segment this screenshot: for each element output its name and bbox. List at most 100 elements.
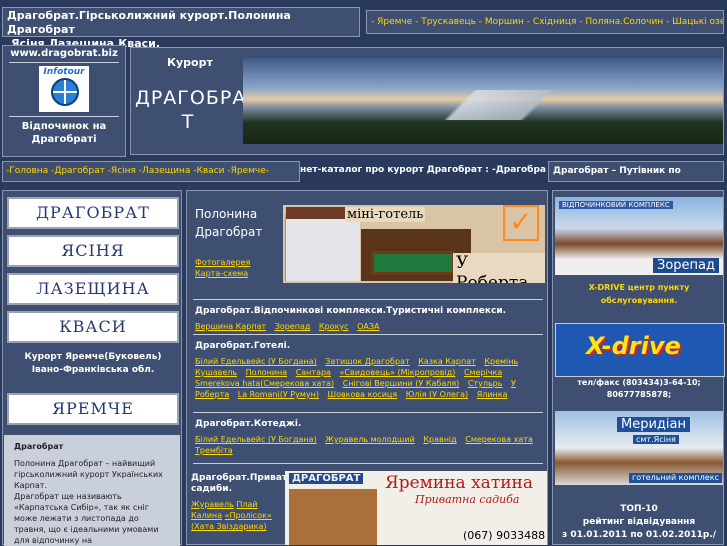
divider bbox=[193, 463, 543, 464]
listing-link[interactable]: Кушавель bbox=[195, 368, 237, 377]
listing-link[interactable]: Смерічка bbox=[464, 368, 502, 377]
ad-dragobrat-label: ДРАГОБРАТ bbox=[289, 473, 364, 484]
description-box: Драгобрат Полонина Драгобрат – найвищий … bbox=[4, 435, 180, 546]
listing-link[interactable]: Зорепад bbox=[275, 322, 311, 331]
resorts-nav[interactable]: - Яремче - Трускавець - Моршин - Східниц… bbox=[366, 10, 724, 34]
section-title: Драгобрат.Котеджі. bbox=[195, 419, 302, 429]
listing-link[interactable]: Smerekova hata(Смерекова хата) bbox=[195, 379, 334, 388]
menu-button-dragobrat[interactable]: ДРАГОБРАТ bbox=[7, 197, 179, 229]
polonyna-title: Полонина Драгобрат bbox=[195, 205, 262, 241]
listing-link[interactable]: ОАЗА bbox=[357, 322, 379, 331]
section-links: Журавель Плай Калина «Пролісок» (Хата Зв… bbox=[191, 499, 283, 532]
mountain-photo bbox=[243, 58, 723, 144]
gallery-link[interactable]: Фотогалерея bbox=[195, 258, 250, 267]
listing-link[interactable]: Трембіта bbox=[195, 446, 233, 455]
mini-hotel-name: У Роберта bbox=[453, 253, 545, 283]
listing-link[interactable]: Шовкова косиця bbox=[328, 390, 398, 399]
top10-line3: з 01.01.2011 по 01.02.2011р./ bbox=[561, 530, 717, 540]
map-link[interactable]: Карта-схема bbox=[195, 269, 248, 278]
section-links: Білий Едельвейс (У Богдана) Журавель мол… bbox=[195, 434, 545, 456]
site-url[interactable]: www.dragobrat.biz bbox=[3, 48, 125, 59]
listing-link[interactable]: La Romani(У Румун) bbox=[238, 390, 319, 399]
listing-link[interactable]: Полонина bbox=[246, 368, 287, 377]
menu-button-yaremche[interactable]: ЯРЕМЧЕ bbox=[7, 393, 179, 425]
tel-line1: тел/факс (803434)3-64-10; bbox=[577, 378, 701, 387]
mountain-ridge bbox=[243, 90, 723, 120]
zorepad-ad[interactable]: ВІДПОЧИНКОВИЙ КОМПЛЕКС Зорепад bbox=[555, 197, 723, 275]
contact-phones: тел/факс (803434)3-64-10; 80677785878; bbox=[553, 377, 725, 401]
section-private: Драгобрат.Приватні садиби. Журавель Плай… bbox=[191, 473, 297, 532]
divider bbox=[193, 334, 543, 335]
section-links: Білий Едельвейс (У Богдана) Затишок Драг… bbox=[195, 356, 545, 400]
check-icon: ✓ bbox=[503, 205, 539, 241]
listing-link[interactable]: Ялинка bbox=[477, 390, 508, 399]
ad-phone: (067) 9033488 bbox=[463, 529, 546, 542]
listing-link[interactable]: Снігові Вершини (У Кабаля) bbox=[343, 379, 460, 388]
top10-line2: рейтинг відвідування bbox=[582, 517, 696, 527]
mini-hotel-ad[interactable]: міні-готель У Роберта ✓ bbox=[283, 205, 545, 283]
divider bbox=[9, 62, 119, 63]
listing-link[interactable]: Кремінь bbox=[484, 357, 518, 366]
listing-link[interactable]: Затишок Драгобрат bbox=[325, 357, 409, 366]
yaremina-khatyna-ad[interactable]: ДРАГОБРАТ Яремина хатина Приватна садиба… bbox=[285, 471, 547, 545]
rest-line2: Драгобраті bbox=[31, 134, 97, 145]
main-content: Полонина Драгобрат Фотогалерея Карта-схе… bbox=[186, 190, 548, 545]
listing-link[interactable]: Вершина Карпат bbox=[195, 322, 266, 331]
infotour-logo[interactable]: Infotour bbox=[39, 66, 89, 112]
top10-rating: ТОП-10 рейтинг відвідування з 01.01.2011… bbox=[553, 503, 725, 542]
listing-link[interactable]: Стульрь bbox=[468, 379, 503, 388]
guide-text: Драгобрат – Путівник по bbox=[548, 161, 724, 182]
description-p1: Полонина Драгобрат – найвищий гірськолиж… bbox=[14, 459, 163, 490]
menu-button-yasinia[interactable]: ЯСІНЯ bbox=[7, 235, 179, 267]
section-title: Драгобрат.Приватні садиби. bbox=[191, 473, 297, 495]
listing-link[interactable]: Юлія (У Олега) bbox=[406, 390, 468, 399]
section-cottages: Драгобрат.Котеджі. Білий Едельвейс (У Бо… bbox=[195, 419, 545, 456]
section-title-line2: садиби. bbox=[191, 484, 232, 494]
mini-hotel-label: міні-готель bbox=[345, 207, 426, 222]
listing-link[interactable]: Сантара bbox=[296, 368, 331, 377]
listing-link[interactable]: Смерекова хата bbox=[465, 435, 533, 444]
listing-link[interactable]: Білий Едельвейс (У Богдана) bbox=[195, 357, 317, 366]
meridian-ad[interactable]: Меридіан смт.Ясіня готельний комплекс bbox=[555, 411, 723, 485]
ad-title: Яремина хатина bbox=[385, 473, 534, 493]
xdrive-logo: X-drive bbox=[586, 332, 681, 360]
section-hotels: Драгобрат.Готелі. Білий Едельвейс (У Бог… bbox=[195, 341, 545, 400]
section-title: Драгобрат.Відпочинкові комплекси.Туристи… bbox=[195, 306, 507, 316]
listing-link[interactable]: Казка Карпат bbox=[418, 357, 476, 366]
polonyna-links: Фотогалерея Карта-схема bbox=[195, 257, 250, 279]
globe-icon bbox=[51, 78, 79, 106]
listing-link[interactable]: Кравнід bbox=[423, 435, 456, 444]
xdrive-line2: обслуговування. bbox=[600, 296, 678, 305]
rest-line1: Відпочинок на bbox=[21, 121, 107, 132]
listing-link[interactable]: Білий Едельвейс (У Богдана) bbox=[195, 435, 317, 444]
listing-link[interactable]: Плай bbox=[236, 500, 257, 509]
banner-title-line1: ДРАГОБРА bbox=[135, 87, 247, 109]
right-sidebar: ВІДПОЧИНКОВИЙ КОМПЛЕКС Зорепад X-DRIVE ц… bbox=[552, 190, 725, 545]
menu-button-kvasy[interactable]: КВАСИ bbox=[7, 311, 179, 343]
section-complexes: Драгобрат.Відпочинкові комплекси.Туристи… bbox=[195, 306, 545, 332]
listing-link[interactable]: Калина bbox=[191, 511, 222, 520]
header-banner: Курорт ДРАГОБРА Т bbox=[130, 47, 724, 155]
xdrive-banner[interactable]: X-drive bbox=[555, 323, 725, 377]
meridian-type: готельний комплекс bbox=[629, 473, 722, 483]
region-line2: Івано-Франківська обл. bbox=[31, 365, 155, 375]
ad-subtitle: Приватна садиба bbox=[415, 493, 520, 506]
region-text: Курорт Яремче(Буковель) Івано-Франківськ… bbox=[3, 351, 183, 377]
listing-link[interactable]: Журавель молодший bbox=[325, 435, 415, 444]
zorepad-caption: ВІДПОЧИНКОВИЙ КОМПЛЕКС bbox=[559, 201, 673, 209]
listing-link[interactable]: (Хата Звіздарика) bbox=[191, 522, 267, 531]
left-menu: ДРАГОБРАТ ЯСІНЯ ЛАЗЕЩИНА КВАСИ Курорт Яр… bbox=[2, 190, 183, 546]
listing-link[interactable]: «Свидовець» (Мікропровід) bbox=[340, 368, 456, 377]
xdrive-line1: X-DRIVE центр пункту bbox=[588, 283, 690, 292]
meridian-name: Меридіан bbox=[617, 417, 690, 432]
hotel-building-image bbox=[285, 207, 360, 281]
menu-button-lazeshchyna[interactable]: ЛАЗЕЩИНА bbox=[7, 273, 179, 305]
description-title: Драгобрат bbox=[14, 442, 64, 451]
listing-link[interactable]: Журавель bbox=[191, 500, 234, 509]
breadcrumb-nav[interactable]: -Головна -Драгобрат -Ясіня -Лазещина -Кв… bbox=[2, 161, 300, 182]
polonyna-title-line2: Драгобрат bbox=[195, 225, 263, 239]
divider bbox=[193, 299, 543, 300]
listing-link[interactable]: «Пролісок» bbox=[225, 511, 272, 520]
listing-link[interactable]: Крокус bbox=[319, 322, 349, 331]
section-title-line1: Драгобрат.Приватні bbox=[191, 473, 297, 483]
